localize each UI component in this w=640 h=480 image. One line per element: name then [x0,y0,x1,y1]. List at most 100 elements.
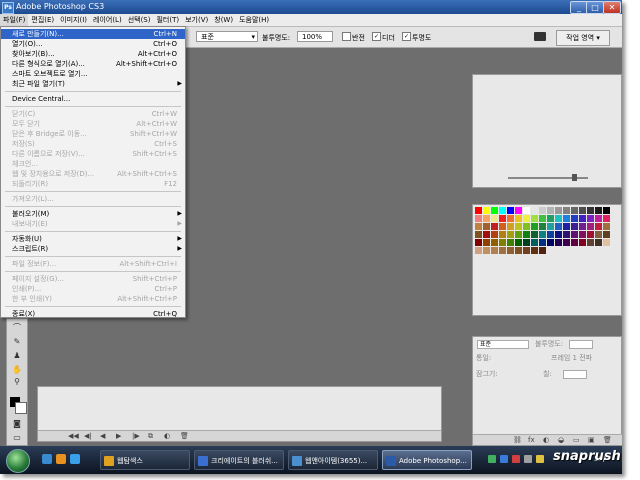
animation-control-button[interactable]: ◐ [164,431,170,441]
color-swatch[interactable] [563,239,570,246]
layers-footer-button[interactable]: ⛓ [513,435,522,445]
file-menu-item[interactable]: 최근 파일 열기(T) ▶ [1,79,185,89]
security-tray-icon[interactable] [512,455,520,463]
color-swatch[interactable] [475,231,482,238]
color-swatch[interactable] [555,207,562,214]
color-swatch[interactable] [523,247,530,254]
color-swatch[interactable] [483,231,490,238]
file-menu-item[interactable]: 다른 형식으로 열기(A)... Alt+Shift+Ctrl+O [1,59,185,69]
quick-mask-icon[interactable]: ◙ [12,419,22,429]
file-menu-item[interactable]: 찾아보기(B)... Alt+Ctrl+O [1,49,185,59]
stamp-tool-icon[interactable]: ♟ [12,351,22,361]
color-swatch[interactable] [515,231,522,238]
menu-7[interactable]: 창(W) [211,14,236,26]
color-swatch[interactable] [507,239,514,246]
color-swatch[interactable] [499,247,506,254]
menu-4[interactable]: 선택(S) [125,14,154,26]
menu-1[interactable]: 편집(E) [28,14,57,26]
color-swatch[interactable] [515,223,522,230]
color-swatch[interactable] [483,239,490,246]
color-swatch[interactable] [507,215,514,222]
animation-control-button[interactable]: ⧉ [148,431,153,441]
hand-tool-icon[interactable]: ✋ [12,365,22,375]
menu-0[interactable]: 파일(F) [0,14,29,26]
color-swatch[interactable] [531,223,538,230]
style-select[interactable]: 표준 ▾ [196,31,258,42]
color-swatch[interactable] [523,207,530,214]
internet-explorer-icon[interactable] [70,454,80,464]
reverse-checkbox[interactable] [342,32,351,41]
color-swatch[interactable] [587,207,594,214]
file-menu-item[interactable]: 종료(X) Ctrl+Q [1,309,185,319]
color-swatch[interactable] [531,215,538,222]
color-swatch[interactable] [539,207,546,214]
zoom-tool-icon[interactable]: ⚲ [12,377,22,387]
layers-footer-button[interactable]: fx [528,435,535,445]
color-swatch[interactable] [595,207,602,214]
file-menu-item[interactable]: 열기(O)... Ctrl+O [1,39,185,49]
color-swatch[interactable] [587,215,594,222]
color-swatch[interactable] [539,247,546,254]
color-swatch[interactable] [563,215,570,222]
dither-checkbox[interactable]: ✓ [372,32,381,41]
layers-footer-button[interactable]: ◐ [543,435,549,445]
color-swatch[interactable] [579,223,586,230]
color-swatch[interactable] [547,239,554,246]
background-color-swatch[interactable] [15,402,27,414]
color-swatch[interactable] [603,207,610,214]
file-menu-item[interactable]: 자동화(U) ▶ [1,234,185,244]
update-tray-icon[interactable] [536,455,544,463]
color-swatch[interactable] [547,207,554,214]
color-swatch[interactable] [539,223,546,230]
menu-3[interactable]: 레이어(L) [90,14,125,26]
color-swatch[interactable] [603,231,610,238]
color-swatch[interactable] [595,223,602,230]
color-swatch[interactable] [523,215,530,222]
color-swatch[interactable] [547,231,554,238]
screen-mode-icon[interactable]: ▭ [12,433,22,443]
color-swatch[interactable] [595,215,602,222]
color-swatch[interactable] [531,247,538,254]
color-swatch[interactable] [475,207,482,214]
menu-5[interactable]: 필터(T) [153,14,182,26]
color-swatch[interactable] [507,223,514,230]
color-swatch[interactable] [555,239,562,246]
color-swatch[interactable] [595,231,602,238]
language-tray-icon[interactable] [524,455,532,463]
color-swatch[interactable] [603,239,610,246]
color-swatch[interactable] [563,223,570,230]
color-swatch[interactable] [587,239,594,246]
lasso-tool-icon[interactable]: ⌒ [12,323,22,333]
color-swatch[interactable] [571,215,578,222]
color-swatch[interactable] [491,215,498,222]
color-swatch[interactable] [483,215,490,222]
color-swatch[interactable] [515,207,522,214]
close-button[interactable]: ✕ [603,1,621,14]
color-swatch[interactable] [531,207,538,214]
color-swatch[interactable] [547,223,554,230]
layers-footer-button[interactable]: ▭ [573,435,580,445]
color-swatch[interactable] [531,231,538,238]
color-swatch[interactable] [555,223,562,230]
color-swatch[interactable] [523,231,530,238]
color-swatch[interactable] [515,215,522,222]
animation-control-button[interactable]: ◀| [84,431,92,441]
color-swatch[interactable] [499,231,506,238]
layers-footer-button[interactable]: 🗑 [603,435,612,445]
layer-opacity-input[interactable] [569,340,593,349]
color-swatch[interactable] [571,223,578,230]
color-swatch[interactable] [579,215,586,222]
color-swatch[interactable] [507,247,514,254]
color-swatch[interactable] [579,207,586,214]
animation-control-button[interactable]: ◀ [100,431,105,441]
color-swatch[interactable] [515,247,522,254]
taskbar-task[interactable]: 크리에이트의 블러쉬... [194,450,284,470]
color-swatch[interactable] [555,215,562,222]
color-swatch[interactable] [499,207,506,214]
color-swatch[interactable] [483,223,490,230]
color-swatch[interactable] [571,239,578,246]
color-swatch[interactable] [507,207,514,214]
fill-input[interactable] [563,370,587,379]
animation-control-button[interactable]: ◀◀ [68,431,79,441]
color-swatch[interactable] [515,239,522,246]
